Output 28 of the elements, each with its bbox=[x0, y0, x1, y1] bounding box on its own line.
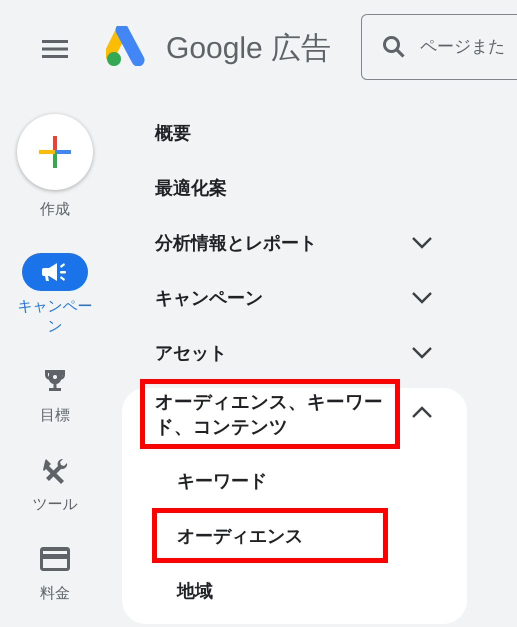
search-field[interactable]: ページまた bbox=[361, 14, 517, 80]
rail-label: 料金 bbox=[39, 583, 71, 603]
submenu-item[interactable]: オーディエンス bbox=[152, 508, 388, 563]
menu-item[interactable]: キャンペーン bbox=[150, 278, 268, 316]
tools-icon bbox=[41, 456, 69, 484]
menu-item[interactable]: 概要 bbox=[150, 114, 196, 152]
chevron-down-icon[interactable] bbox=[411, 346, 433, 360]
chevron-down-icon[interactable] bbox=[411, 236, 433, 250]
megaphone-icon bbox=[41, 260, 69, 284]
rail-label: ツール bbox=[32, 494, 78, 514]
chevron-up-icon[interactable] bbox=[411, 405, 433, 419]
nav-rail-button[interactable] bbox=[22, 253, 88, 291]
chevron-down-icon[interactable] bbox=[411, 290, 433, 304]
rail-label: 目標 bbox=[39, 405, 71, 425]
search-icon bbox=[382, 35, 406, 59]
rail-label: キャンペーン bbox=[16, 296, 94, 336]
menu-group-title[interactable]: オーディエンス、キーワード、コンテンツ bbox=[140, 379, 400, 449]
plus-icon bbox=[37, 134, 73, 170]
credit-card-icon bbox=[40, 546, 70, 572]
menu-item[interactable]: アセット bbox=[150, 334, 232, 372]
product-name: Google 広告 bbox=[166, 31, 332, 67]
menu-item[interactable]: 分析情報とレポート bbox=[150, 224, 322, 262]
menu-icon[interactable] bbox=[40, 38, 70, 60]
menu-item[interactable]: 最適化案 bbox=[150, 168, 232, 206]
submenu-item[interactable]: 地域 bbox=[152, 563, 388, 618]
rail-label: 作成 bbox=[39, 199, 71, 219]
submenu-item[interactable]: キーワード bbox=[152, 453, 388, 508]
create-button[interactable] bbox=[17, 114, 93, 190]
